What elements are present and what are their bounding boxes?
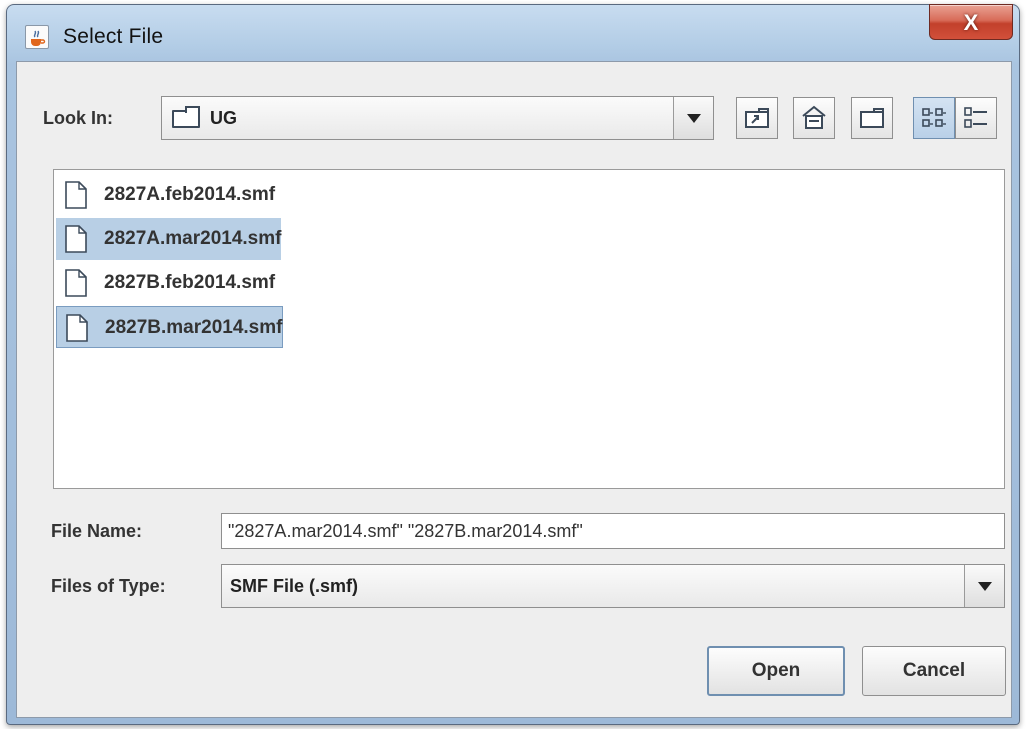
file-name-label: File Name: [51, 521, 143, 541]
file-item-selected[interactable]: 2827B.mar2014.smf [56, 306, 284, 348]
details-view-button[interactable] [955, 97, 997, 139]
files-of-type-combo[interactable]: SMF File (.smf) [221, 564, 1005, 608]
file-name: 2827A.feb2014.smf [104, 184, 276, 205]
home-button[interactable] [793, 97, 835, 139]
look-in-label: Look In: [43, 108, 113, 128]
close-button[interactable]: X [929, 4, 1013, 40]
file-item[interactable]: 2827B.feb2014.smf [56, 262, 275, 304]
details-view-icon [964, 107, 987, 128]
file-name-field[interactable]: "2827A.mar2014.smf" "2827B.mar2014.smf" [221, 513, 1005, 549]
files-of-type-value: SMF File (.smf) [230, 576, 359, 596]
new-folder-button[interactable] [851, 97, 893, 139]
folder-icon [172, 106, 200, 128]
select-file-dialog: Select File X Look In: UG 2827A.feb2014.… [6, 4, 1020, 725]
chevron-down-icon [978, 582, 992, 591]
up-one-level-button[interactable] [736, 97, 778, 139]
file-name: 2827B.mar2014.smf [105, 317, 283, 338]
open-button[interactable]: Open [707, 646, 845, 696]
document-icon [65, 181, 87, 209]
document-icon [65, 225, 87, 253]
home-icon [802, 105, 826, 129]
file-list[interactable]: 2827A.feb2014.smf 2827A.mar2014.smf 2827… [53, 169, 1005, 489]
java-cup-icon [25, 25, 49, 49]
list-view-button[interactable] [913, 97, 955, 139]
document-icon [66, 314, 88, 342]
look-in-dropdown-button[interactable] [673, 97, 713, 139]
chevron-down-icon [687, 114, 701, 123]
document-icon [65, 269, 87, 297]
files-of-type-dropdown-button[interactable] [964, 565, 1004, 607]
cancel-button[interactable]: Cancel [862, 646, 1006, 696]
close-icon: X [963, 10, 979, 35]
file-item-selected[interactable]: 2827A.mar2014.smf [56, 218, 282, 260]
file-item[interactable]: 2827A.feb2014.smf [56, 174, 275, 216]
look-in-value: UG [210, 108, 237, 128]
window-title: Select File [63, 25, 164, 48]
file-name: 2827B.feb2014.smf [104, 272, 276, 293]
file-name: 2827A.mar2014.smf [104, 228, 282, 249]
new-folder-icon [860, 108, 884, 128]
title-bar[interactable]: Select File X [7, 4, 1019, 61]
up-folder-icon [745, 108, 769, 128]
look-in-combo[interactable]: UG [161, 96, 714, 140]
dialog-content: Look In: UG 2827A.feb2014.smf 2827A.mar2… [16, 61, 1012, 718]
list-view-icon [922, 108, 946, 127]
files-of-type-label: Files of Type: [51, 576, 166, 596]
